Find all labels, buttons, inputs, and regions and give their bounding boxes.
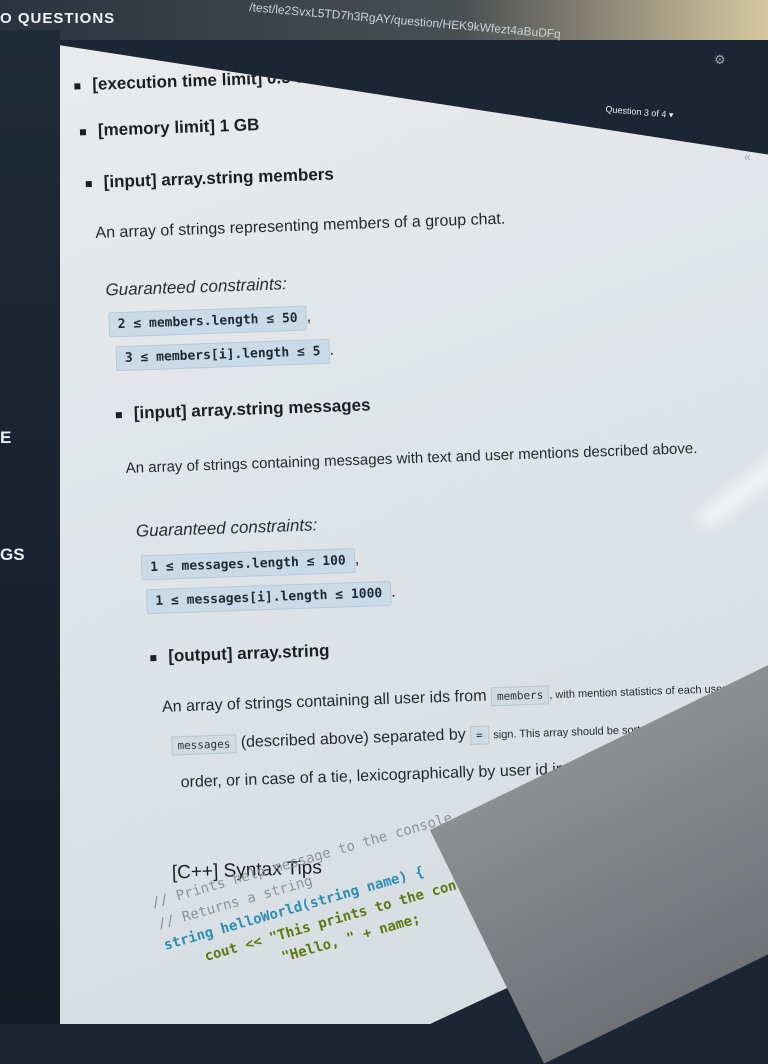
execution-time-text: [execution time limit] 0.5 seconds (cpp) — [91, 63, 411, 94]
execution-time-limit: [execution time limit] 0.5 seconds (cpp) — [74, 64, 411, 96]
question-counter-dropdown[interactable]: Question 3 of 4 ▾ — [605, 104, 674, 121]
members-code: members — [490, 685, 550, 707]
bullet-icon — [79, 128, 87, 135]
separator: . — [390, 583, 396, 601]
output-title: [output] array.string — [150, 641, 330, 667]
members-constraint-1: 2 ≤ members.length ≤ 50, — [108, 305, 312, 338]
input-messages-title: [input] array.string messages — [115, 395, 371, 424]
member-item-length-constraint: 3 ≤ members[i].length ≤ 5 — [115, 338, 330, 372]
settings-icon[interactable]: ⚙ — [714, 52, 727, 68]
input-messages-title-text: [input] array.string messages — [133, 395, 371, 423]
separator: . — [329, 341, 335, 359]
separator: , — [306, 308, 312, 326]
equals-code: = — [469, 725, 490, 746]
left-sidebar: E GS — [0, 30, 60, 1024]
input-members-title: [input] array.string members — [85, 165, 334, 194]
messages-code: messages — [171, 734, 237, 756]
screen-glare — [696, 441, 768, 531]
collapse-icon[interactable]: « — [744, 150, 751, 164]
memory-limit-text: [memory limit] 1 GB — [97, 115, 260, 140]
input-messages-description: An array of strings containing messages … — [125, 439, 698, 477]
messages-constraints-label: Guaranteed constraints: — [135, 515, 318, 541]
members-length-constraint: 2 ≤ members.length ≤ 50 — [108, 305, 308, 338]
bullet-icon — [74, 82, 81, 90]
message-item-length-constraint: 1 ≤ messages[i].length ≤ 1000 — [145, 580, 392, 615]
sidebar-label-e[interactable]: E — [0, 428, 11, 448]
bullet-icon — [115, 411, 122, 418]
memory-limit: [memory limit] 1 GB — [79, 115, 260, 141]
messages-constraint-2: 1 ≤ messages[i].length ≤ 1000. — [145, 580, 396, 615]
messages-constraint-1: 1 ≤ messages.length ≤ 100, — [140, 548, 360, 581]
questions-tab[interactable]: O QUESTIONS — [0, 10, 115, 27]
output-title-text: [output] array.string — [167, 640, 330, 666]
top-bar: O QUESTIONS /test/le2SvxL5TD7h3RgAY/ques… — [0, 0, 768, 67]
messages-length-constraint: 1 ≤ messages.length ≤ 100 — [140, 548, 356, 581]
task-description: [execution time limit] 0.5 seconds (cpp)… — [60, 52, 760, 884]
bullet-icon — [150, 654, 157, 661]
members-constraints-label: Guaranteed constraints: — [105, 274, 288, 300]
separator: , — [354, 550, 360, 569]
input-members-title-text: [input] array.string members — [103, 164, 335, 192]
output-text: An array of strings containing all user … — [161, 687, 487, 716]
sidebar-label-gs[interactable]: GS — [0, 545, 25, 565]
output-line-1: An array of strings containing all user … — [162, 678, 747, 716]
members-constraint-2: 3 ≤ members[i].length ≤ 5. — [115, 338, 335, 372]
output-text: (described above) separated by — [240, 726, 467, 752]
address-bar[interactable]: /test/le2SvxL5TD7h3RgAY/question/HEK9kWf… — [249, 0, 562, 41]
bullet-icon — [85, 180, 92, 187]
input-members-description: An array of strings representing members… — [95, 210, 506, 242]
